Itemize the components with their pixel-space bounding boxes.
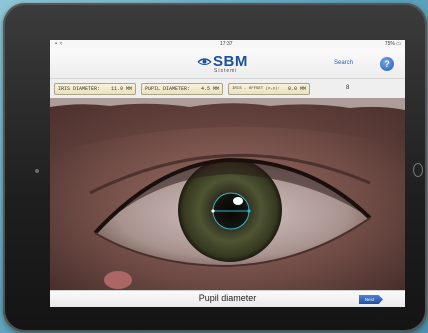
iris-offset-label: IRIS - OFFSET (x,y): <box>232 87 281 91</box>
battery-indicator: 75% ▭ <box>385 41 401 47</box>
search-button[interactable]: Search <box>334 60 353 66</box>
camera-icon <box>35 169 39 173</box>
eye-logo-icon <box>197 58 212 65</box>
iris-offset-readout: IRIS - OFFSET (x,y): 0.0 MM <box>228 83 310 95</box>
pupil-diameter-label: PUPIL DIAMETER: <box>145 86 191 92</box>
logo-subtitle: Sistemi <box>214 68 238 74</box>
pupil-diameter-value: 4.5 MM <box>200 86 219 92</box>
iris-offset-value: 0.0 MM <box>287 86 306 92</box>
next-button[interactable]: Next <box>359 295 383 304</box>
status-bar: ⚬ ≈ 17:37 75% ▭ <box>50 40 405 48</box>
measure-handle-right <box>247 209 251 213</box>
help-icon: ? <box>384 59 390 69</box>
eye-photo-image[interactable] <box>50 98 405 290</box>
iris-diameter-value: 11.9 MM <box>110 86 132 92</box>
battery-percent: 75% <box>384 41 395 47</box>
iris-diameter-readout: IRIS DIAMETER: 11.9 MM <box>54 83 136 95</box>
measure-handle-left <box>211 209 215 213</box>
footer-title: Pupil diameter <box>198 293 257 303</box>
bottom-toolbar: Pupil diameter Next <box>50 290 405 307</box>
sbm-logo: SBM Sistemi <box>197 52 257 76</box>
home-button[interactable] <box>413 163 423 177</box>
iris-diameter-label: IRIS DIAMETER: <box>58 86 101 92</box>
pupil-diameter-readout: PUPIL DIAMETER: 4.5 MM <box>141 83 223 95</box>
ipad-device: ⚬ ≈ 17:37 75% ▭ SBM Sistemi Search ? IRI… <box>3 3 427 332</box>
battery-icon: ▭ <box>396 41 401 47</box>
help-button[interactable]: ? <box>380 57 394 71</box>
extra-readout-value: 8 <box>346 85 350 91</box>
app-screen: ⚬ ≈ 17:37 75% ▭ SBM Sistemi Search ? IRI… <box>50 40 405 307</box>
app-header: SBM Sistemi Search ? <box>50 48 405 79</box>
status-time: 17:37 <box>220 41 233 47</box>
wifi-icon: ⚬ ≈ <box>54 41 63 47</box>
eye-photo[interactable] <box>50 98 405 290</box>
